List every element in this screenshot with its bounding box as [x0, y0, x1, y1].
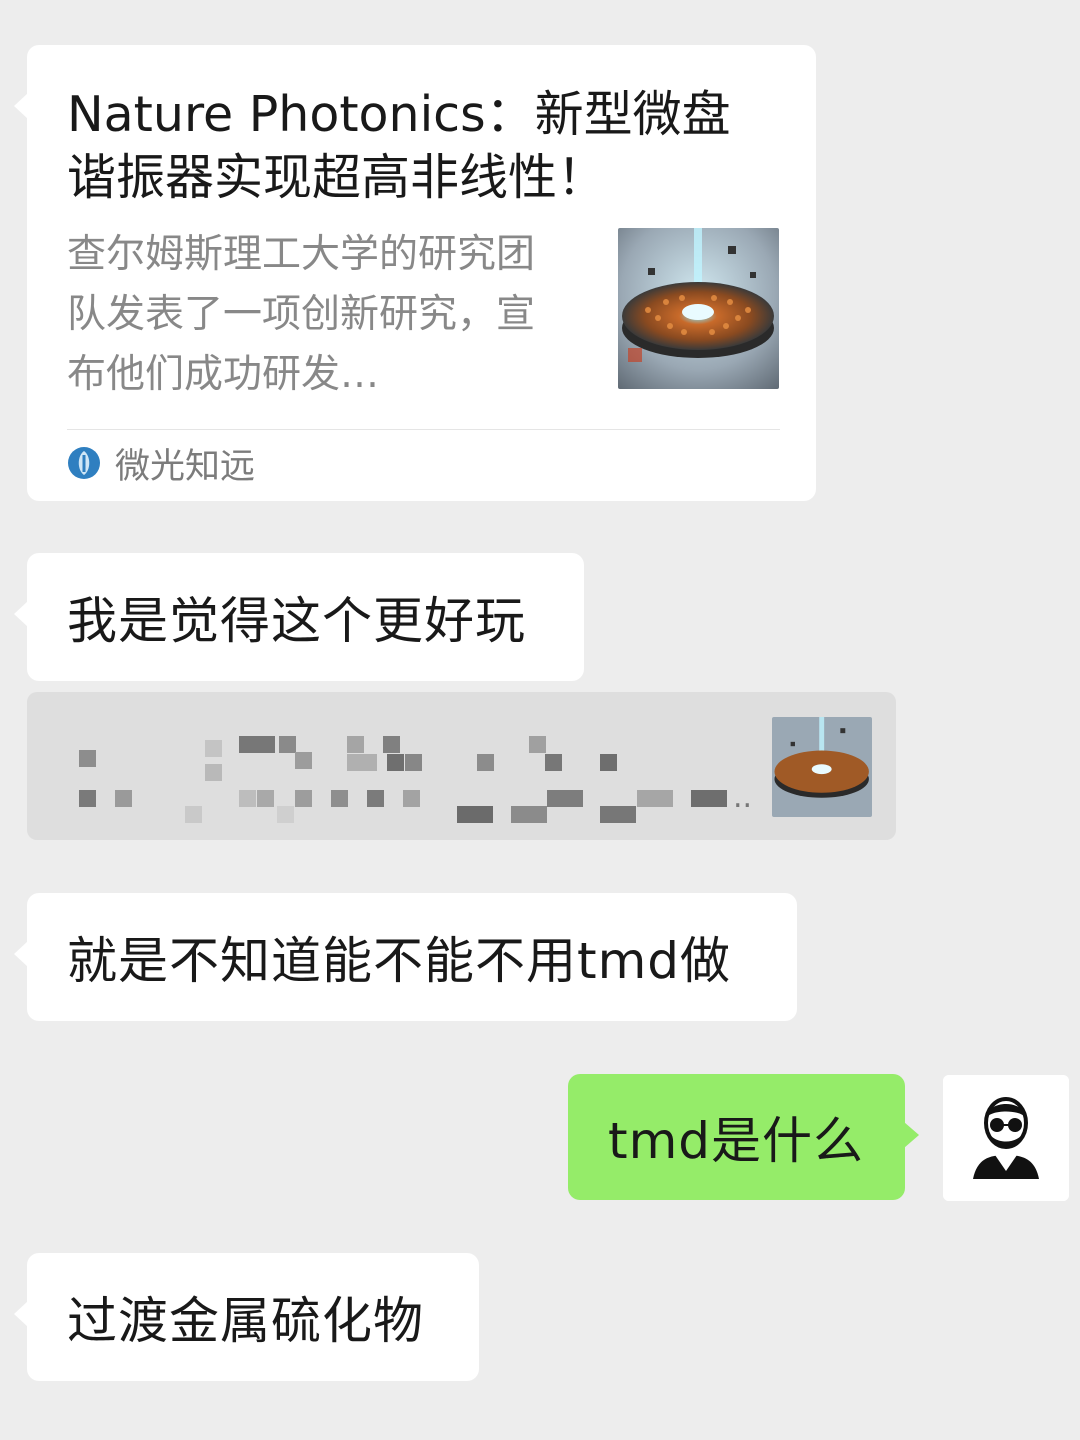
article-source[interactable]: 微光知远 [67, 438, 255, 488]
quote-thumbnail [772, 717, 872, 817]
outgoing-message-bubble[interactable]: tmd是什么 [568, 1074, 919, 1200]
article-source-label: 微光知远 [115, 446, 256, 487]
account-logo-icon [68, 447, 100, 479]
article-description: 查尔姆斯理工大学的研究团队发表了一项创新研究，宣布他们成功研发… [67, 232, 536, 397]
message-bubble[interactable]: 过渡金属硫化物 [14, 1253, 479, 1381]
message-text: 过渡金属硫化物 [67, 1292, 424, 1350]
article-thumbnail [618, 228, 779, 389]
quote-ellipsis: .. [733, 780, 753, 815]
article-card[interactable]: Nature Photonics：新型微盘谐振器实现超高非线性！ 查尔姆斯理工大… [14, 45, 816, 501]
avatar[interactable] [943, 1075, 1069, 1201]
article-title: Nature Photonics：新型微盘谐振器实现超高非线性！ [67, 86, 731, 206]
card-divider [67, 429, 780, 430]
quoted-message[interactable] [27, 692, 896, 840]
message-text: 我是觉得这个更好玩 [67, 592, 526, 650]
message-text: 就是不知道能不能不用tmd做 [67, 932, 732, 990]
message-bubble[interactable]: 就是不知道能不能不用tmd做 [14, 893, 797, 1021]
message-text: tmd是什么 [608, 1112, 865, 1170]
bearded-man-avatar-icon [943, 1075, 1069, 1201]
message-bubble[interactable]: 我是觉得这个更好玩 [14, 553, 584, 681]
